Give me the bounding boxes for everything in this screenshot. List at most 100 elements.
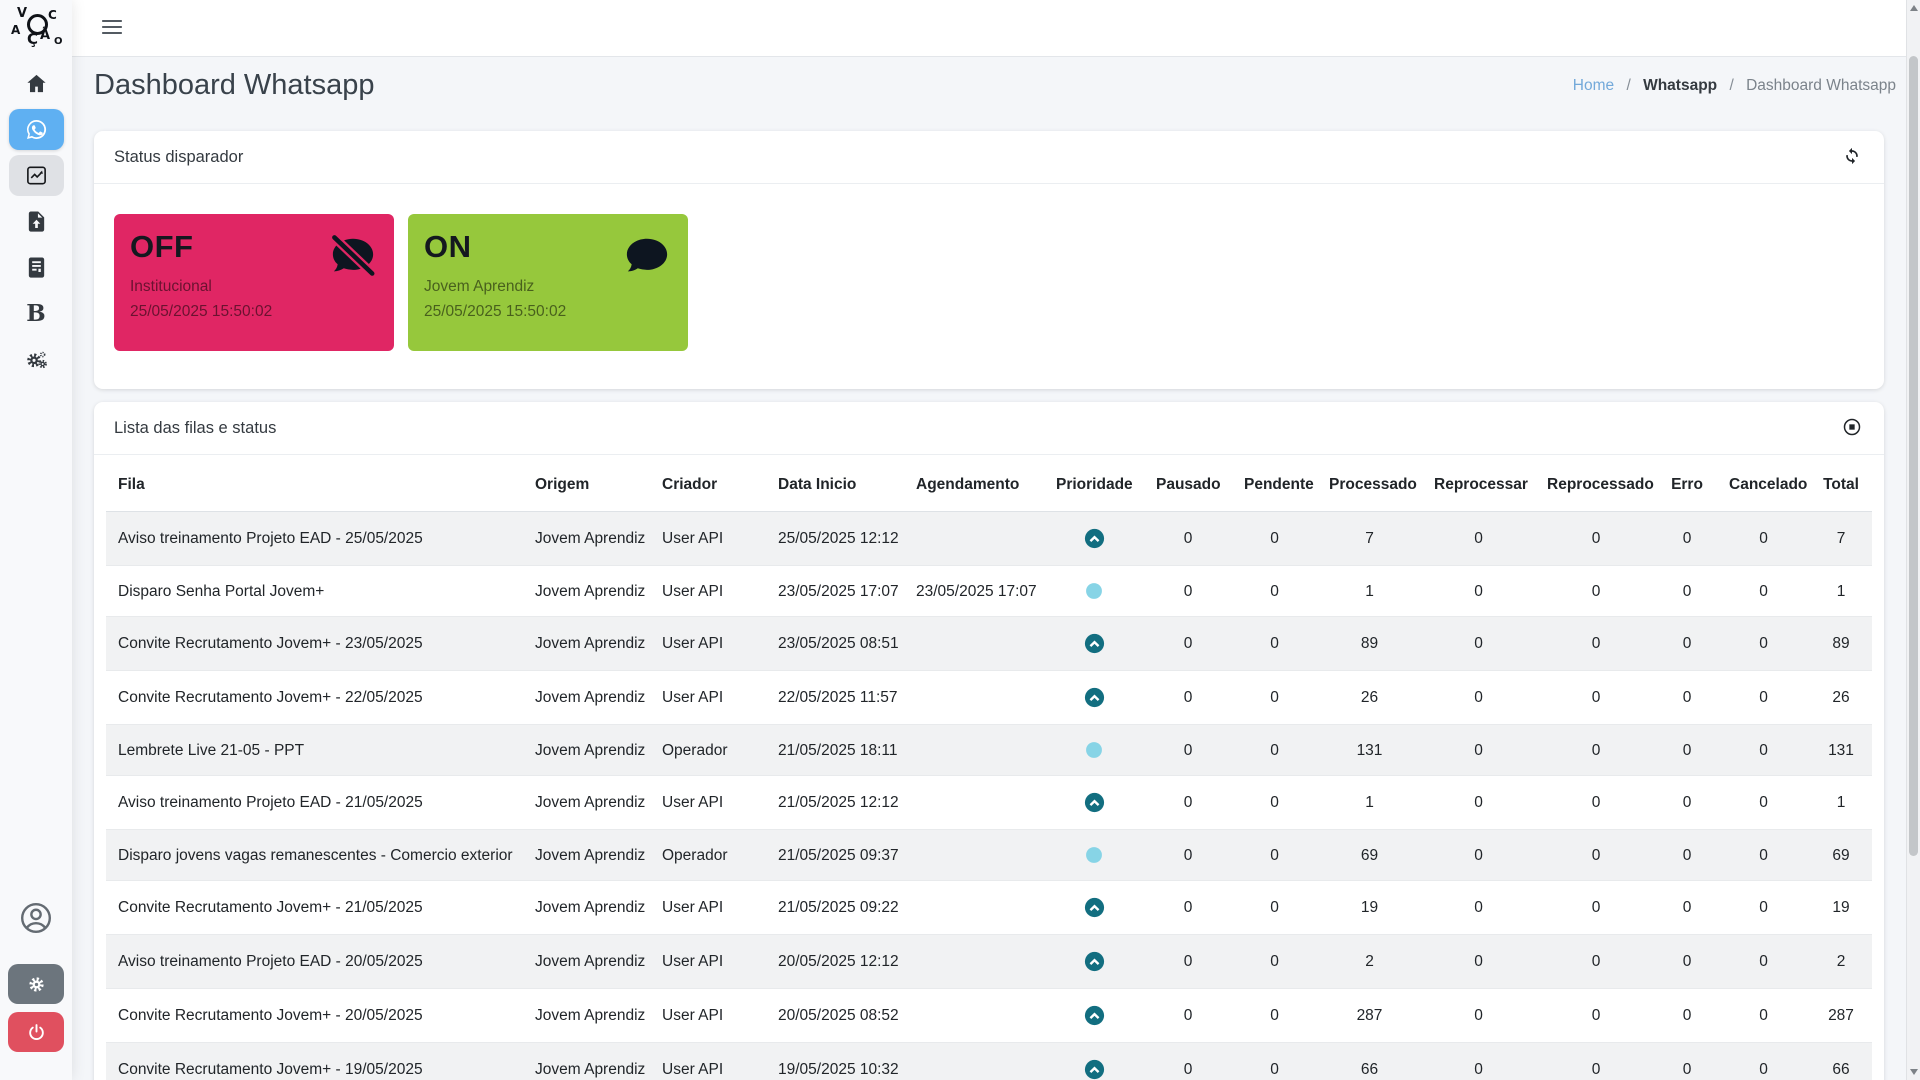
column-header-erro: Erro (1657, 459, 1717, 512)
cell-agendamento (904, 935, 1044, 989)
hamburger-icon (102, 19, 122, 35)
cell-total: 19 (1832, 899, 1850, 916)
cell-reprocessado: 0 (1591, 689, 1601, 706)
cell-data_inicio: 25/05/2025 12:12 (778, 530, 899, 547)
scrollbar-down-arrow[interactable] (1910, 1069, 1918, 1075)
sidebar-item-whatsapp[interactable] (8, 109, 64, 150)
cell-processado: 287 (1356, 1007, 1383, 1024)
status-card-title: Status disparador (114, 147, 244, 166)
cell-origem: Jovem Aprendiz (535, 741, 646, 759)
cell-erro: 0 (1682, 741, 1692, 759)
priority-high-icon (1083, 950, 1106, 973)
cell-processado: 7 (1365, 530, 1374, 547)
cell-reprocessado: 0 (1591, 1007, 1601, 1024)
page-scrollbar[interactable] (1906, 0, 1920, 1080)
cell-pausado: 0 (1183, 582, 1193, 600)
cell-erro: 0 (1682, 899, 1692, 916)
cell-total: 26 (1832, 689, 1850, 706)
queues-card: Lista das filas e status Fila Origem Criad… (94, 402, 1884, 1080)
cell-criador: User API (662, 582, 724, 600)
cell-origem: Jovem Aprendiz (535, 1007, 646, 1024)
cell-erro: 0 (1682, 635, 1692, 652)
cell-fila: Convite Recrutamento Jovem+ - 22/05/2025 (118, 689, 423, 706)
stop-circle-button[interactable] (1840, 415, 1864, 442)
sidebar-item-home[interactable] (9, 63, 64, 104)
status-name: Jovem Aprendiz (424, 278, 535, 296)
stop-circle-icon (1842, 417, 1862, 437)
priority-high-icon (1083, 632, 1106, 655)
cell-cancelado: 0 (1759, 899, 1768, 916)
cell-pendente: 0 (1270, 1061, 1279, 1078)
comment-icon (622, 234, 672, 280)
breadcrumb-home-link[interactable]: Home (1573, 77, 1614, 94)
cell-fila: Disparo jovens vagas remanescentes - Com… (118, 846, 513, 864)
cell-processado: 131 (1356, 741, 1383, 759)
profile-button[interactable] (18, 900, 54, 936)
cell-pausado: 0 (1183, 953, 1193, 970)
cell-erro: 0 (1682, 530, 1692, 547)
cell-total: 89 (1832, 635, 1850, 652)
table-row: Disparo jovens vagas remanescentes - Com… (106, 829, 1872, 881)
cell-reprocessar: 0 (1474, 530, 1483, 547)
table-row: Convite Recrutamento Jovem+ - 23/05/2025… (106, 616, 1872, 671)
queues-card-title: Lista das filas e status (114, 418, 277, 437)
priority-normal-icon (1084, 845, 1104, 865)
cell-data_inicio: 19/05/2025 10:32 (778, 1061, 899, 1078)
sidebar-item-file-upload[interactable] (9, 201, 64, 242)
sidebar-nav: B (0, 63, 72, 380)
cell-criador: User API (662, 689, 724, 706)
sidebar-item-bold[interactable]: B (9, 293, 64, 334)
cell-criador: User API (662, 1061, 724, 1078)
cell-processado: 1 (1365, 794, 1374, 811)
cell-reprocessar: 0 (1474, 1007, 1483, 1024)
cell-origem: Jovem Aprendiz (535, 953, 646, 970)
column-header-pausado: Pausado (1144, 459, 1232, 512)
cell-reprocessado: 0 (1591, 846, 1601, 864)
scrollbar-up-arrow[interactable] (1910, 5, 1918, 11)
cell-pendente: 0 (1270, 846, 1279, 864)
dashboard-screen: V C AÇÃO B Dashboard Whatsapp Home / Whats… (0, 0, 1920, 1080)
comment-slash-icon (328, 234, 378, 280)
refresh-button[interactable] (1840, 144, 1864, 171)
cell-erro: 0 (1682, 582, 1692, 600)
sidebar-item-gears[interactable] (9, 339, 64, 380)
cell-total: 1 (1836, 582, 1846, 600)
cell-fila: Aviso treinamento Projeto EAD - 20/05/20… (118, 953, 423, 970)
table-row: Aviso treinamento Projeto EAD - 25/05/20… (106, 511, 1872, 566)
breadcrumb-section-link[interactable]: Whatsapp (1643, 77, 1717, 94)
cell-pendente: 0 (1270, 582, 1279, 600)
cell-pendente: 0 (1270, 899, 1279, 916)
page-title: Dashboard Whatsapp (94, 69, 375, 101)
column-header-cancelado: Cancelado (1717, 459, 1810, 512)
table-row: Convite Recrutamento Jovem+ - 22/05/2025… (106, 671, 1872, 725)
settings-button[interactable] (8, 964, 64, 1004)
sidebar-toggle-button[interactable] (100, 18, 124, 38)
cell-data_inicio: 21/05/2025 09:37 (778, 846, 899, 864)
cell-pendente: 0 (1270, 689, 1279, 706)
column-header-processado: Processado (1317, 459, 1422, 512)
top-navbar (72, 0, 1906, 57)
person-circle-icon (18, 900, 54, 936)
column-header-data_inicio: Data Inicio (766, 459, 904, 512)
cell-erro: 0 (1682, 953, 1692, 970)
cell-reprocessado: 0 (1591, 794, 1601, 811)
logout-button[interactable] (8, 1012, 64, 1052)
cell-pendente: 0 (1270, 1007, 1279, 1024)
cell-fila: Convite Recrutamento Jovem+ - 19/05/2025 (118, 1061, 423, 1078)
cell-origem: Jovem Aprendiz (535, 582, 646, 600)
sidebar-item-documents[interactable] (9, 247, 64, 288)
table-row: Aviso treinamento Projeto EAD - 20/05/20… (106, 934, 1872, 989)
sidebar-item-reports[interactable] (8, 155, 64, 196)
cell-total: 7 (1836, 530, 1846, 547)
cell-processado: 2 (1365, 953, 1374, 970)
cell-origem: Jovem Aprendiz (535, 1061, 646, 1078)
scrollbar-thumb[interactable] (1909, 56, 1918, 856)
cell-reprocessar: 0 (1474, 899, 1483, 916)
cell-pausado: 0 (1183, 635, 1193, 652)
brand-logo[interactable]: V C AÇÃO (9, 6, 65, 58)
sidebar: V C AÇÃO B (0, 0, 72, 1080)
breadcrumb-current: Dashboard Whatsapp (1746, 77, 1896, 94)
cell-reprocessado: 0 (1591, 582, 1601, 600)
sync-icon (1842, 146, 1862, 166)
cell-agendamento (904, 512, 1044, 566)
